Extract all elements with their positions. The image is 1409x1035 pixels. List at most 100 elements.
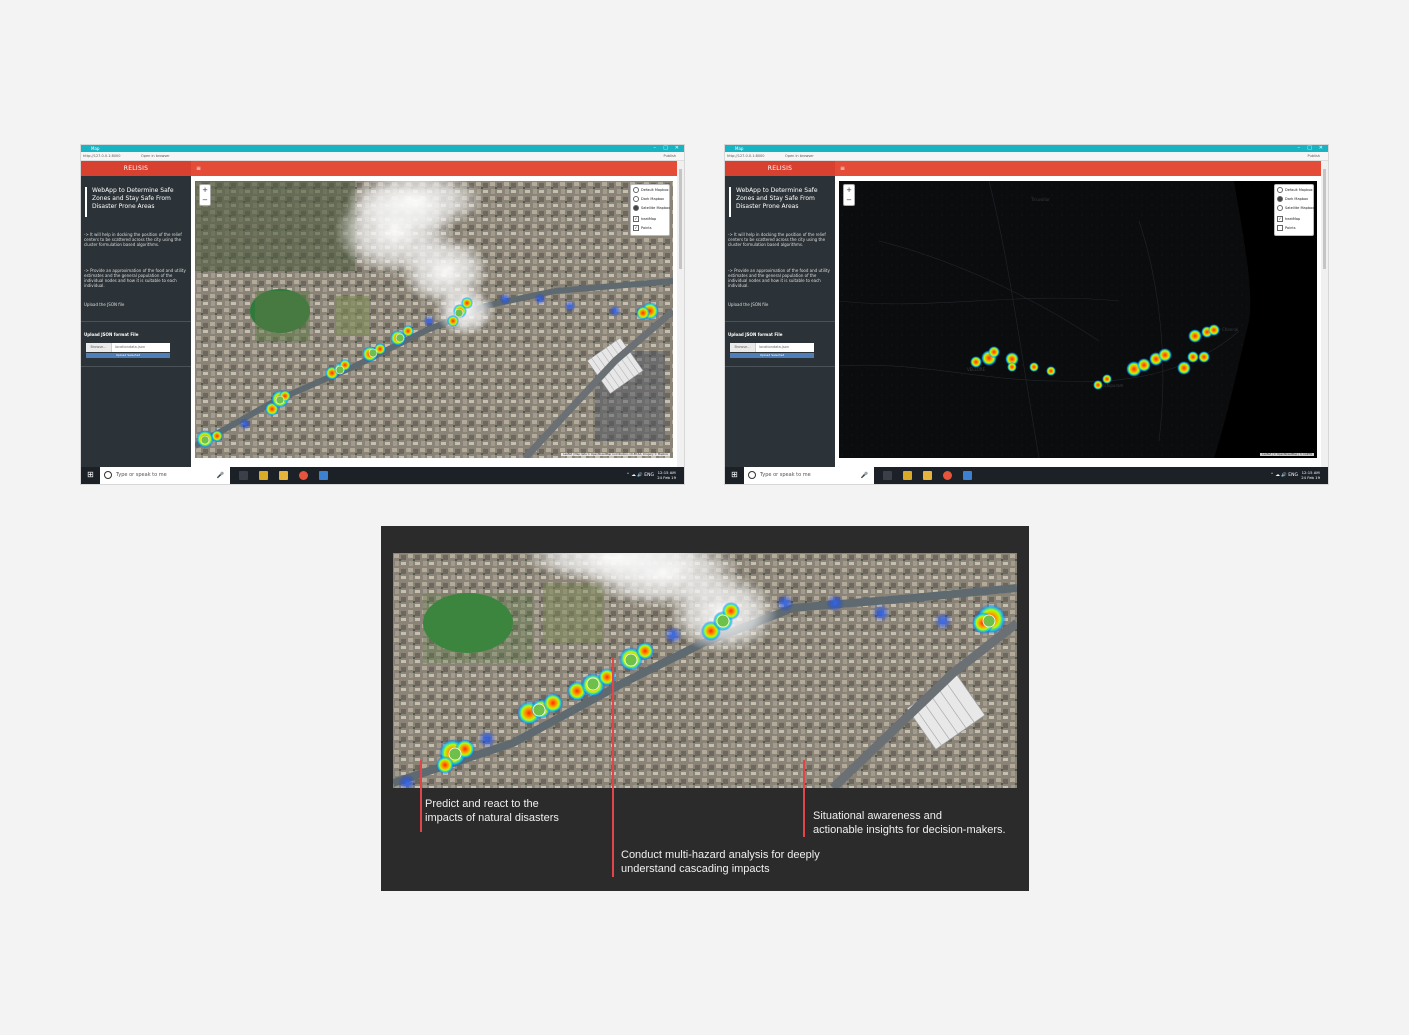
file-name: locationdata.json [115,345,146,349]
map-attribution[interactable]: Leaflet | © OpenStreetMap | © CARTO [1260,453,1314,456]
maximize-icon[interactable]: □ [1307,145,1312,152]
file-explorer-icon[interactable] [279,471,288,480]
checkbox-checked-icon[interactable]: ✓ [633,216,639,222]
chrome-icon[interactable] [299,471,308,480]
layer-option[interactable]: Satellite Mapbox [1277,204,1314,212]
zoom-in-button[interactable]: + [200,185,210,195]
system-tray[interactable]: ⌃ ☁ 🔊 ENG [626,467,654,484]
windows-start-icon[interactable]: ⊞ [731,471,739,479]
checkbox-checked-icon[interactable]: ✓ [1277,216,1283,222]
app-icon[interactable] [963,471,972,480]
file-name: locationdata.json [759,345,790,349]
brand-logo[interactable]: RELISIS [81,161,191,176]
scrollbar-thumb[interactable] [1323,169,1326,269]
radio-selected-icon[interactable] [633,205,639,211]
taskbar-search[interactable]: Type or speak to me 🎤 [100,467,230,484]
dark-map[interactable]: VELLORE Tiruvallur Chennai Kanchipuram [839,181,1317,458]
divider [725,321,835,322]
file-input[interactable]: Browse... locationdata.json [730,343,814,352]
upload-button[interactable]: Upload Selected [730,353,814,358]
radio-icon[interactable] [633,187,639,193]
checkbox-checked-icon[interactable]: ✓ [633,225,639,231]
zoom-out-button[interactable]: − [844,195,854,205]
mic-icon[interactable]: 🎤 [861,467,868,484]
layer-control[interactable]: Default Mapbox Dark Mapbox Satellite Map… [1274,184,1314,236]
upload-hint: Upload the JSON file [84,302,125,307]
zoom-control[interactable]: + − [843,184,855,206]
windows-start-icon[interactable]: ⊞ [87,471,95,479]
clock[interactable]: 12:15 AM 24 Feb 19 [657,470,676,480]
taskbar: ⊞ Type or speak to me 🎤 ⌃ ☁ 🔊 ENG 12:15 … [725,467,1328,484]
layer-option[interactable]: Default Mapbox [1277,186,1313,194]
publish-button[interactable]: Publish [1308,152,1320,160]
sidebar: WebApp to Determine Safe Zones and Stay … [81,176,191,467]
close-icon[interactable]: ✕ [675,145,679,152]
minimize-icon[interactable]: – [1298,145,1301,152]
upload-button[interactable]: Upload Selected [86,353,170,358]
store-icon[interactable] [259,471,268,480]
radio-selected-icon[interactable] [1277,196,1283,202]
close-icon[interactable]: ✕ [1319,145,1323,152]
window-title: Map [91,146,100,151]
zoom-in-button[interactable]: + [844,185,854,195]
layer-option[interactable]: Dark Mapbox [633,195,664,203]
callout-situational: Situational awareness and actionable ins… [813,810,1006,836]
divider [81,321,191,322]
callout-line [420,760,422,832]
layer-option[interactable]: Default Mapbox [633,186,669,194]
layer-option[interactable]: Dark Mapbox [1277,195,1308,203]
file-explorer-icon[interactable] [923,471,932,480]
screenshot-satellite: Map – □ ✕ http://127.0.0.1:8000 Open in … [81,145,684,484]
task-view-icon[interactable] [239,471,248,480]
radio-icon[interactable] [1277,187,1283,193]
callout-multi-hazard: Conduct multi-hazard analysis for deeply… [621,849,820,875]
browse-button[interactable]: Browse... [730,343,756,352]
upload-hint: Upload the JSON file [728,302,769,307]
browse-button[interactable]: Browse... [86,343,112,352]
app-heading: WebApp to Determine Safe Zones and Stay … [729,187,830,217]
menu-toggle-icon[interactable]: ≡ [196,161,201,176]
scrollbar-thumb[interactable] [679,169,682,269]
file-input[interactable]: Browse... locationdata.json [86,343,170,352]
satellite-map[interactable] [195,181,673,458]
chrome-icon[interactable] [943,471,952,480]
app-icon[interactable] [319,471,328,480]
layer-control[interactable]: Default Mapbox Dark Mapbox Satellite Map… [630,184,670,236]
overlay-points[interactable]: ✓ Points [633,224,652,232]
publish-button[interactable]: Publish [664,152,676,160]
taskbar: ⊞ Type or speak to me 🎤 ⌃ ☁ 🔊 ENG 12:15 … [81,467,684,484]
upload-title: Upload JSON format File [728,332,783,337]
address-bar[interactable]: http://127.0.0.1:8000 Open in browser Pu… [725,152,1328,161]
address-url[interactable]: http://127.0.0.1:8000 [727,152,765,160]
zoom-out-button[interactable]: − [200,195,210,205]
open-in-browser-link[interactable]: Open in browser [785,152,814,160]
menu-toggle-icon[interactable]: ≡ [840,161,845,176]
maximize-icon[interactable]: □ [663,145,668,152]
layer-option[interactable]: Satellite Mapbox [633,204,670,212]
taskbar-search[interactable]: Type or speak to me 🎤 [744,467,874,484]
checkbox-unchecked-icon[interactable] [1277,225,1283,231]
minimize-icon[interactable]: – [654,145,657,152]
mic-icon[interactable]: 🎤 [217,467,224,484]
address-url[interactable]: http://127.0.0.1:8000 [83,152,121,160]
overlay-points[interactable]: Points [1277,224,1296,232]
system-tray[interactable]: ⌃ ☁ 🔊 ENG [1270,467,1298,484]
store-icon[interactable] [903,471,912,480]
overlay-heatmap[interactable]: ✓ heatMap [633,215,656,223]
overlay-heatmap[interactable]: ✓ heatMap [1277,215,1300,223]
map-attribution[interactable]: Leaflet | Map data © OpenStreetMap contr… [561,453,670,456]
clock-date: 24 Feb 19 [657,475,676,480]
open-in-browser-link[interactable]: Open in browser [141,152,170,160]
scrollbar[interactable] [1321,161,1328,467]
clock[interactable]: 12:15 AM 24 Feb 19 [1301,470,1320,480]
place-label: Tiruvallur [1030,197,1050,202]
address-bar[interactable]: http://127.0.0.1:8000 Open in browser Pu… [81,152,684,161]
zoom-control[interactable]: + − [199,184,211,206]
search-placeholder: Type or speak to me [760,472,811,478]
callout-line [612,658,614,877]
brand-logo[interactable]: RELISIS [725,161,835,176]
radio-icon[interactable] [633,196,639,202]
task-view-icon[interactable] [883,471,892,480]
scrollbar[interactable] [677,161,684,467]
radio-icon[interactable] [1277,205,1283,211]
